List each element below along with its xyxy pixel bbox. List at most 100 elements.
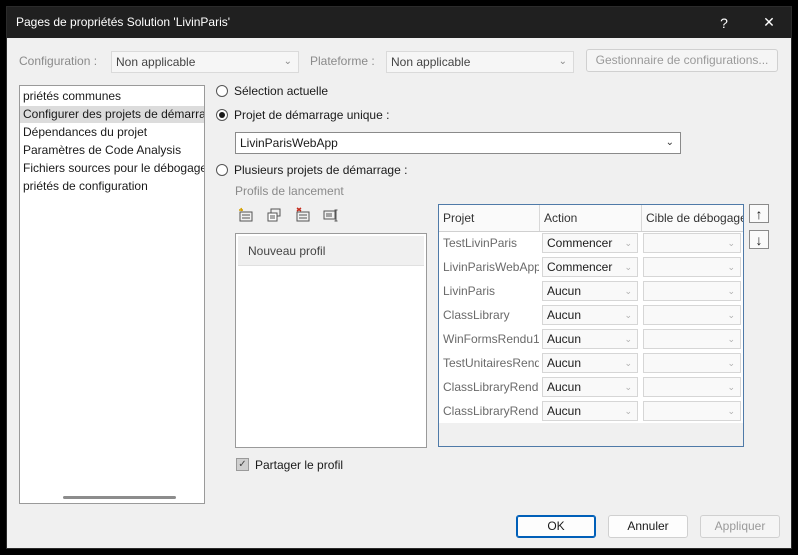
- table-row: ClassLibraryRendu Aucun ⌄ ⌄: [439, 399, 743, 423]
- platform-combo[interactable]: Non applicable ⌄: [386, 51, 574, 73]
- configuration-label: Configuration :: [19, 54, 98, 68]
- chevron-down-icon: ⌄: [283, 56, 292, 67]
- row-project-name: WinFormsRendu1: [443, 332, 539, 346]
- configuration-manager-button[interactable]: Gestionnaire de configurations...: [586, 49, 778, 72]
- action-value: Aucun: [547, 284, 582, 298]
- chevron-down-icon: ⌄: [727, 382, 735, 392]
- single-startup-label: Projet de démarrage unique :: [234, 108, 390, 122]
- move-down-button[interactable]: ↓: [749, 230, 769, 249]
- share-profile-label: Partager le profil: [255, 458, 344, 472]
- multiple-startup-radio[interactable]: [216, 164, 228, 176]
- action-combo[interactable]: Aucun ⌄: [542, 353, 638, 373]
- platform-label: Plateforme :: [310, 54, 375, 68]
- help-button[interactable]: ?: [704, 7, 744, 38]
- row-project-name: LivinParis: [443, 284, 496, 298]
- single-startup-radio[interactable]: [216, 109, 228, 121]
- table-row: WinFormsRendu1 Aucun ⌄ ⌄: [439, 327, 743, 351]
- row-project-name: TestUnitairesRendu: [443, 356, 539, 370]
- arrow-down-icon: ↓: [755, 231, 763, 248]
- table-row: ClassLibraryRendu Aucun ⌄ ⌄: [439, 375, 743, 399]
- chevron-down-icon: ⌄: [727, 262, 735, 272]
- action-value: Commencer: [547, 236, 613, 250]
- action-value: Commencer: [547, 260, 613, 274]
- chevron-down-icon: ⌄: [624, 286, 632, 296]
- chevron-down-icon: ⌄: [624, 262, 632, 272]
- properties-dialog: Pages de propriétés Solution 'LivinParis…: [6, 6, 792, 549]
- share-profile-checkbox[interactable]: ✓: [236, 458, 249, 471]
- action-combo[interactable]: Aucun ⌄: [542, 377, 638, 397]
- column-header-action[interactable]: Action: [540, 205, 642, 231]
- table-row: TestLivinParis Commencer ⌄ ⌄: [439, 231, 743, 255]
- check-icon: ✓: [238, 459, 247, 470]
- launch-profiles-list: Nouveau profil: [235, 233, 427, 448]
- configuration-value: Non applicable: [116, 55, 196, 69]
- arrow-up-icon: ↑: [755, 205, 763, 222]
- sidebar-tree: priétés communes Configurer des projets …: [19, 85, 205, 504]
- startup-projects-grid: Projet Action Cible de débogage TestLivi…: [438, 204, 744, 447]
- rename-profile-icon[interactable]: [321, 205, 341, 225]
- table-row: TestUnitairesRendu Aucun ⌄ ⌄: [439, 351, 743, 375]
- debug-target-combo[interactable]: ⌄: [643, 281, 741, 301]
- sidebar-item-debug-sources[interactable]: Fichiers sources pour le débogage: [20, 160, 204, 177]
- chevron-down-icon: ⌄: [558, 56, 567, 67]
- window-title: Pages de propriétés Solution 'LivinParis…: [16, 15, 231, 29]
- row-project-name: ClassLibrary: [443, 308, 510, 322]
- table-row: ClassLibrary Aucun ⌄ ⌄: [439, 303, 743, 327]
- chevron-down-icon: ⌄: [727, 358, 735, 368]
- multiple-startup-label: Plusieurs projets de démarrage :: [234, 163, 408, 177]
- sidebar-item-startup-projects[interactable]: Configurer des projets de démarrage: [20, 106, 204, 123]
- sidebar-item-code-analysis[interactable]: Paramètres de Code Analysis: [20, 142, 204, 159]
- move-up-button[interactable]: ↑: [749, 204, 769, 223]
- action-combo[interactable]: Aucun ⌄: [542, 281, 638, 301]
- chevron-down-icon: ⌄: [624, 310, 632, 320]
- action-combo[interactable]: Aucun ⌄: [542, 401, 638, 421]
- debug-target-combo[interactable]: ⌄: [643, 305, 741, 325]
- cancel-button[interactable]: Annuler: [608, 515, 688, 538]
- debug-target-combo[interactable]: ⌄: [643, 401, 741, 421]
- debug-target-combo[interactable]: ⌄: [643, 377, 741, 397]
- apply-button[interactable]: Appliquer: [700, 515, 780, 538]
- platform-value: Non applicable: [391, 55, 471, 69]
- chevron-down-icon: ⌄: [624, 382, 632, 392]
- column-header-project[interactable]: Projet: [439, 205, 540, 231]
- ok-button[interactable]: OK: [516, 515, 596, 538]
- debug-target-combo[interactable]: ⌄: [643, 233, 741, 253]
- close-button[interactable]: ✕: [749, 7, 789, 38]
- configuration-combo[interactable]: Non applicable ⌄: [111, 51, 299, 73]
- profile-item-new[interactable]: Nouveau profil: [238, 236, 424, 266]
- action-combo[interactable]: Aucun ⌄: [542, 305, 638, 325]
- row-project-name: TestLivinParis: [443, 236, 518, 250]
- chevron-down-icon: ⌄: [665, 137, 674, 148]
- sidebar-item-common-properties[interactable]: priétés communes: [20, 88, 204, 105]
- action-value: Aucun: [547, 380, 582, 394]
- title-bar: Pages de propriétés Solution 'LivinParis…: [7, 7, 791, 38]
- debug-target-combo[interactable]: ⌄: [643, 257, 741, 277]
- sidebar-item-dependencies[interactable]: Dépendances du projet: [20, 124, 204, 141]
- action-combo[interactable]: Commencer ⌄: [542, 257, 638, 277]
- horizontal-scrollbar[interactable]: [63, 496, 176, 499]
- single-startup-value: LivinParisWebApp: [240, 136, 338, 150]
- copy-profile-icon[interactable]: [264, 205, 284, 225]
- delete-profile-icon[interactable]: [293, 205, 313, 225]
- chevron-down-icon: ⌄: [624, 238, 632, 248]
- row-project-name: ClassLibraryRendu: [443, 404, 539, 418]
- chevron-down-icon: ⌄: [727, 406, 735, 416]
- current-selection-radio[interactable]: [216, 85, 228, 97]
- chevron-down-icon: ⌄: [624, 358, 632, 368]
- action-value: Aucun: [547, 332, 582, 346]
- debug-target-combo[interactable]: ⌄: [643, 353, 741, 373]
- column-header-debug-target[interactable]: Cible de débogage: [642, 205, 743, 231]
- chevron-down-icon: ⌄: [624, 406, 632, 416]
- new-profile-icon[interactable]: [236, 205, 256, 225]
- action-value: Aucun: [547, 308, 582, 322]
- single-startup-combo[interactable]: LivinParisWebApp ⌄: [235, 132, 681, 154]
- table-row: LivinParis Aucun ⌄ ⌄: [439, 279, 743, 303]
- row-project-name: ClassLibraryRendu: [443, 380, 539, 394]
- action-combo[interactable]: Aucun ⌄: [542, 329, 638, 349]
- action-value: Aucun: [547, 404, 582, 418]
- sidebar-item-configuration-properties[interactable]: priétés de configuration: [20, 178, 204, 195]
- grid-header: Projet Action Cible de débogage: [439, 205, 743, 232]
- action-combo[interactable]: Commencer ⌄: [542, 233, 638, 253]
- chevron-down-icon: ⌄: [727, 238, 735, 248]
- debug-target-combo[interactable]: ⌄: [643, 329, 741, 349]
